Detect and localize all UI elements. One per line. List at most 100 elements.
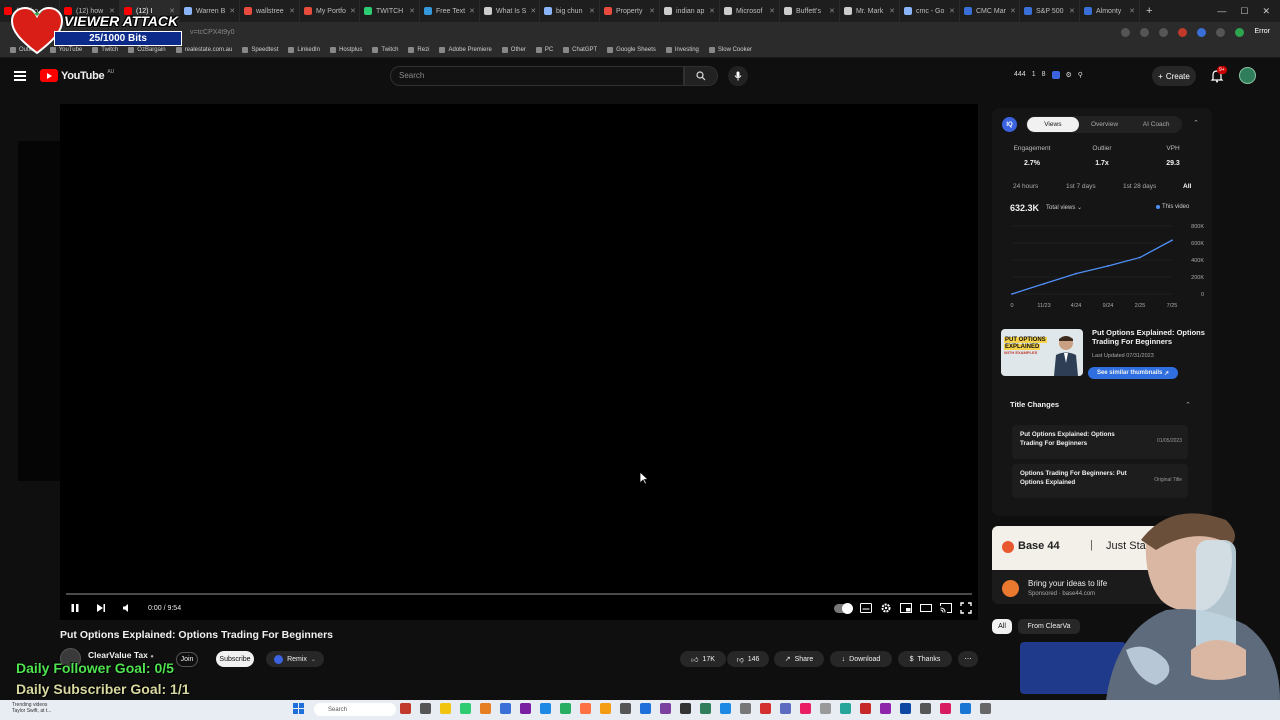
extension-gear-icon[interactable]: ⚙ [1066, 71, 1072, 79]
tab-close-icon[interactable]: ✕ [350, 7, 356, 15]
more-actions-button[interactable]: ⋯ [958, 651, 978, 667]
like-button[interactable]: 👍︎ 17K [680, 651, 726, 667]
taskbar-app-icon[interactable] [520, 703, 531, 714]
browser-tab[interactable]: My Portfo ✕ [300, 0, 360, 22]
tab-close-icon[interactable]: ✕ [1010, 7, 1016, 15]
taskbar-app-icon[interactable] [660, 703, 671, 714]
tab-close-icon[interactable]: ✕ [649, 7, 655, 15]
browser-tab[interactable]: CMC Mar ✕ [960, 0, 1020, 22]
tab-close-icon[interactable]: ✕ [1069, 7, 1075, 15]
chip-all[interactable]: All [992, 619, 1012, 634]
theater-mode-icon[interactable] [920, 603, 932, 613]
subtitles-icon[interactable] [860, 603, 872, 613]
browser-tab[interactable]: Property ✕ [600, 0, 660, 22]
bookmark-item[interactable]: PC [535, 46, 553, 53]
search-input[interactable]: Search [390, 66, 684, 86]
tab-close-icon[interactable]: ✕ [769, 7, 775, 15]
account-avatar[interactable] [1239, 67, 1256, 84]
tab-close-icon[interactable]: ✕ [589, 7, 595, 15]
taskbar-app-icon[interactable] [400, 703, 411, 714]
fullscreen-icon[interactable] [960, 602, 972, 614]
tab-close-icon[interactable]: ✕ [949, 7, 955, 15]
taskbar-app-icon[interactable] [820, 703, 831, 714]
bookmark-item[interactable]: Hostplus [330, 46, 362, 53]
taskbar-app-icon[interactable] [900, 703, 911, 714]
tab-close-icon[interactable]: ✕ [530, 7, 536, 15]
minimize-icon[interactable]: — [1217, 6, 1226, 17]
share-button[interactable]: ↗ Share [774, 651, 824, 667]
browser-tab[interactable]: Almonty ✕ [1080, 0, 1140, 22]
bookmark-item[interactable]: LinkedIn [288, 46, 320, 53]
tab-views[interactable]: Views [1027, 117, 1079, 132]
bookmark-item[interactable]: OzBargain [128, 46, 166, 53]
extension-square-icon[interactable] [1051, 71, 1060, 79]
browser-tab[interactable]: wallstree ✕ [240, 0, 300, 22]
taskbar-app-icon[interactable] [940, 703, 951, 714]
settings-gear-icon[interactable] [880, 602, 892, 614]
extension-filter-icon[interactable]: ⚲ [1078, 71, 1083, 79]
profile-icon[interactable] [1235, 27, 1245, 37]
taskbar-app-icon[interactable] [620, 703, 631, 714]
taskbar-app-icon[interactable] [840, 703, 851, 714]
taskbar-app-icon[interactable] [960, 703, 971, 714]
taskbar-app-icon[interactable] [580, 703, 591, 714]
voice-search-button[interactable] [728, 66, 748, 86]
tab-close-icon[interactable]: ✕ [469, 7, 475, 15]
browser-tab[interactable]: cmc - Go ✕ [900, 0, 960, 22]
browser-tab[interactable]: Microsof ✕ [720, 0, 780, 22]
mute-button[interactable] [118, 599, 136, 617]
browser-tab[interactable]: Buffett's ✕ [780, 0, 840, 22]
autoplay-toggle[interactable] [834, 602, 853, 614]
taskbar-app-icon[interactable] [420, 703, 431, 714]
taskbar-app-icon[interactable] [600, 703, 611, 714]
taskbar-app-icon[interactable] [540, 703, 551, 714]
new-tab-button[interactable]: + [1146, 5, 1152, 17]
browser-tab[interactable]: indian ap ✕ [660, 0, 720, 22]
taskbar-app-icon[interactable] [680, 703, 691, 714]
video-player[interactable] [60, 104, 978, 620]
taskbar-app-icon[interactable] [460, 703, 471, 714]
tab-ai-coach[interactable]: AI Coach [1130, 121, 1182, 128]
total-views-dropdown[interactable]: Total views ⌄ [1046, 204, 1082, 211]
cast-icon[interactable] [1121, 27, 1131, 37]
browser-tab[interactable]: Warren B ✕ [180, 0, 240, 22]
zoom-icon[interactable] [1140, 27, 1150, 37]
remix-button[interactable]: Remix ⌄ [266, 651, 324, 667]
download-button[interactable]: ↓ Download [830, 651, 892, 667]
browser-tab[interactable]: What Is S ✕ [480, 0, 540, 22]
bookmark-item[interactable]: Twitch [372, 46, 398, 53]
browser-tab[interactable]: Free Text ✕ [420, 0, 480, 22]
taskbar-app-icon[interactable] [640, 703, 651, 714]
taskbar-app-icon[interactable] [560, 703, 571, 714]
extension-red-icon[interactable] [1178, 27, 1188, 37]
pause-button[interactable] [66, 599, 84, 617]
extension-puzzle-icon[interactable] [1216, 27, 1226, 37]
taskbar-app-icon[interactable] [880, 703, 891, 714]
taskbar-app-icon[interactable] [480, 703, 491, 714]
browser-tab[interactable]: S&P 500 ✕ [1020, 0, 1080, 22]
title-changes-collapse-icon[interactable]: ⌃ [1185, 401, 1191, 409]
taskbar-app-icon[interactable] [760, 703, 771, 714]
windows-start-icon[interactable] [293, 703, 304, 714]
tab-overview[interactable]: Overview [1079, 121, 1131, 128]
thanks-button[interactable]: $ Thanks [898, 651, 952, 667]
video-thumbnail[interactable]: PUT OPTIONS EXPLAINED WITH EXAMPLES [1001, 329, 1083, 376]
bookmark-item[interactable]: Speedtest [242, 46, 278, 53]
tab-close-icon[interactable]: ✕ [289, 7, 295, 15]
browser-tab[interactable]: Mr. Mark ✕ [840, 0, 900, 22]
star-icon[interactable] [1159, 27, 1169, 37]
tab-close-icon[interactable]: ✕ [409, 7, 415, 15]
bookmark-item[interactable]: Slow Cooker [708, 46, 752, 53]
maximize-icon[interactable]: ☐ [1240, 6, 1248, 17]
taskbar-search[interactable]: Search [314, 703, 396, 716]
browser-tab[interactable]: TWITCH ✕ [360, 0, 420, 22]
range-24-hours[interactable]: 24 hours [1013, 183, 1038, 190]
miniplayer-icon[interactable] [900, 603, 912, 613]
address-bar[interactable]: v=tcCPX4t9y0 Error [0, 22, 1280, 42]
taskbar-app-icon[interactable] [700, 703, 711, 714]
range-first-28-days[interactable]: 1st 28 days [1123, 183, 1156, 190]
menu-icon[interactable] [14, 71, 26, 81]
taskbar-app-icon[interactable] [920, 703, 931, 714]
extension-blue-icon[interactable] [1197, 27, 1207, 37]
range-first-7-days[interactable]: 1st 7 days [1066, 183, 1096, 190]
